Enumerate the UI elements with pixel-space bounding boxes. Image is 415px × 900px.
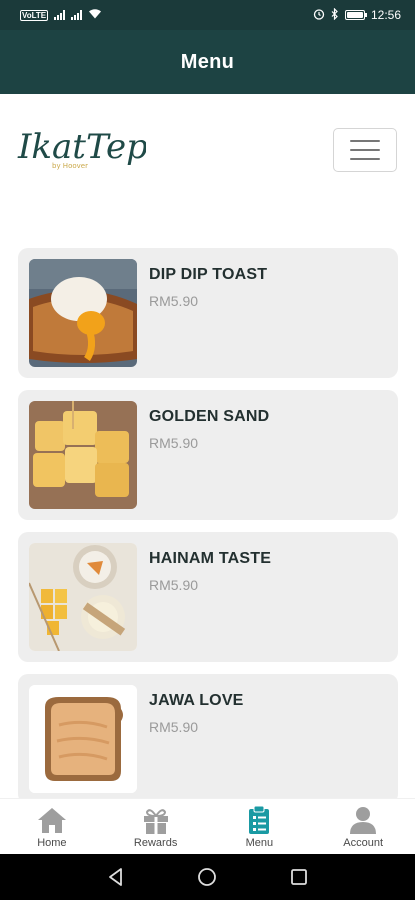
dish-name: GOLDEN SAND: [149, 408, 270, 425]
dish-price: RM5.90: [149, 293, 199, 309]
gift-icon: [143, 809, 168, 834]
clipboard-list-icon: [249, 805, 270, 834]
dish-price: RM5.90: [149, 435, 199, 451]
svg-text:by Hoover: by Hoover: [52, 162, 88, 170]
dish-price: RM5.90: [149, 719, 199, 735]
back-icon[interactable]: [105, 866, 127, 888]
bottom-nav: Home Rewards Menu Account: [0, 798, 415, 854]
dish-name: HAINAM TASTE: [149, 550, 272, 567]
nav-account-label: Account: [343, 837, 383, 849]
home-circle-icon[interactable]: [196, 866, 218, 888]
menu-item-hainam-taste[interactable]: HAINAM TASTE RM5.90: [18, 532, 398, 662]
svg-text:IkatTepi: IkatTepi: [17, 127, 146, 167]
app-header: Menu: [0, 30, 415, 94]
home-icon: [37, 808, 66, 833]
nav-rewards[interactable]: Rewards: [104, 799, 208, 854]
user-icon: [350, 807, 377, 834]
status-bar: VoLTE 12:56: [0, 0, 415, 30]
status-left: VoLTE: [20, 8, 102, 22]
nav-menu[interactable]: Menu: [208, 799, 312, 854]
hamburger-line: [350, 140, 380, 142]
signal-icon-2: [71, 10, 83, 20]
recents-icon[interactable]: [288, 866, 310, 888]
dish-name: DIP DIP TOAST: [149, 266, 268, 283]
nav-home-label: Home: [37, 837, 67, 849]
alarm-icon: [313, 8, 325, 23]
bluetooth-icon: [331, 7, 339, 23]
volte-icon: VoLTE: [20, 9, 49, 21]
menu-list: DIP DIP TOAST RM5.90 GOLDEN SAND RM5.90: [18, 248, 398, 816]
dish-photo: [29, 401, 137, 509]
hamburger-menu-button[interactable]: [333, 128, 397, 172]
nav-rewards-label: Rewards: [133, 837, 178, 849]
menu-item-jawa-love[interactable]: JAWA LOVE RM5.90: [18, 674, 398, 804]
wifi-icon: [88, 8, 102, 22]
status-time: 12:56: [370, 8, 401, 22]
status-right: 12:56: [313, 7, 401, 23]
page-title: Menu: [180, 50, 235, 73]
signal-icon: [54, 10, 66, 20]
brand-logo[interactable]: IkatTepi by Hoover: [16, 124, 159, 174]
nav-account[interactable]: Account: [311, 799, 415, 854]
dish-name: JAWA LOVE: [149, 692, 244, 709]
hamburger-line: [350, 149, 380, 151]
nav-menu-label: Menu: [245, 837, 274, 849]
menu-item-golden-sand[interactable]: GOLDEN SAND RM5.90: [18, 390, 398, 520]
dish-photo: [29, 543, 137, 651]
logo-row: IkatTepi by Hoover: [0, 94, 415, 204]
dish-photo: [29, 685, 137, 793]
menu-item-dip-dip-toast[interactable]: DIP DIP TOAST RM5.90: [18, 248, 398, 378]
dish-price: RM5.90: [149, 577, 199, 593]
system-navigation-bar: [0, 854, 415, 900]
hamburger-line: [350, 158, 380, 160]
battery-icon: [344, 10, 367, 20]
dish-photo: [29, 259, 137, 367]
nav-home[interactable]: Home: [0, 799, 104, 854]
